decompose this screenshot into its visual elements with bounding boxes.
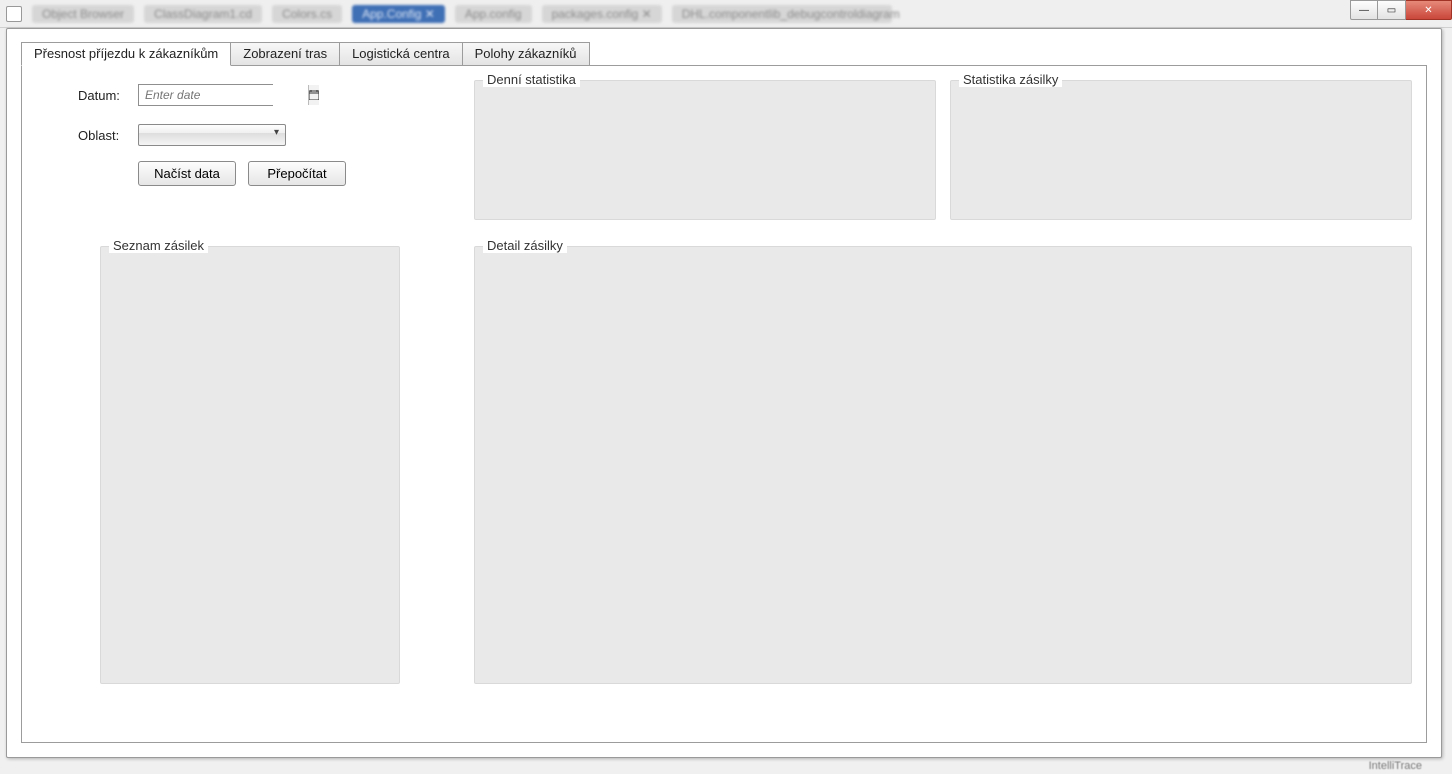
tab-control: Přesnost příjezdu k zákazníkům Zobrazení… [21,41,1427,743]
group-shipment-detail: Detail zásilky [474,246,1412,684]
tab-routes[interactable]: Zobrazení tras [230,42,340,66]
group-shipment-detail-title: Detail zásilky [483,238,567,253]
group-shipment-list: Seznam zásilek [100,246,400,684]
tab-page-accuracy: Datum: Oblast: Načíst data Přepočítat [21,65,1427,743]
tab-logistic-centers[interactable]: Logistická centra [339,42,463,66]
group-shipment-stats: Statistika zásilky [950,80,1412,220]
ide-tab-active[interactable]: App.Config ✕ [352,5,445,23]
ide-tabstrip: Object Browser ClassDiagram1.cd Colors.c… [0,0,1452,28]
tab-accuracy[interactable]: Přesnost příjezdu k zákazníkům [21,42,231,66]
group-shipment-stats-title: Statistika zásilky [959,72,1062,87]
ide-tab[interactable]: Colors.cs [272,5,342,23]
minimize-button[interactable]: — [1350,0,1378,20]
app-icon [6,6,22,22]
date-input[interactable] [138,84,273,106]
button-row: Načíst data Přepočítat [138,161,346,186]
area-combobox[interactable] [138,124,286,146]
app-window: Přesnost příjezdu k zákazníkům Zobrazení… [6,28,1442,758]
area-label: Oblast: [78,128,138,143]
date-label: Datum: [78,88,138,103]
ide-tab[interactable]: packages.config ✕ [542,5,662,23]
recalculate-button[interactable]: Přepočítat [248,161,346,186]
calendar-icon[interactable] [308,85,319,105]
date-field[interactable] [139,85,308,105]
maximize-button[interactable]: ▭ [1378,0,1406,20]
ide-tab[interactable]: ClassDiagram1.cd [144,5,262,23]
tab-headers: Přesnost příjezdu k zákazníkům Zobrazení… [21,41,1427,65]
tab-customer-locations[interactable]: Polohy zákazníků [462,42,590,66]
load-data-button[interactable]: Načíst data [138,161,236,186]
ide-tab[interactable]: App.config [455,5,532,23]
window-controls: — ▭ ✕ [1350,0,1452,20]
ide-tab[interactable]: DHL.componentlib_debugcontroldiagram [672,5,892,23]
group-shipment-list-title: Seznam zásilek [109,238,208,253]
ide-tab[interactable]: Object Browser [32,5,134,23]
area-row: Oblast: [78,124,286,146]
group-daily-stats: Denní statistika [474,80,936,220]
footer-intellitrace: IntelliTrace [1369,760,1422,772]
close-button[interactable]: ✕ [1406,0,1452,20]
date-row: Datum: [78,84,273,106]
group-daily-stats-title: Denní statistika [483,72,580,87]
